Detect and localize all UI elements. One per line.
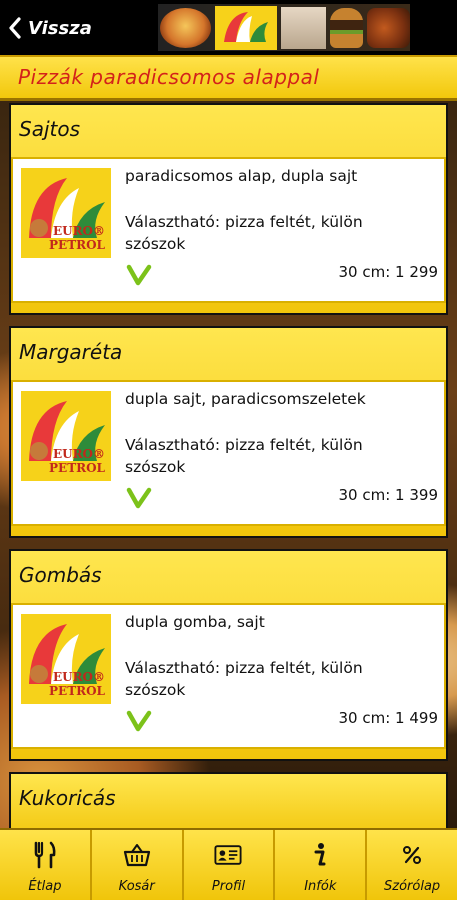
item-name: Gombás <box>19 563 102 587</box>
tab-info[interactable]: Infók <box>275 830 368 900</box>
page-title-bar: Pizzák paradicsomos alappal <box>0 55 457 101</box>
item-description: dupla sajt, paradicsomszeletek <box>125 390 366 408</box>
cutlery-icon <box>31 841 59 869</box>
item-description: dupla gomba, sajt <box>125 613 265 631</box>
item-price: 30 cm: 1 499 <box>338 709 438 727</box>
burger-image <box>329 7 364 48</box>
tab-flyer[interactable]: Szórólap <box>367 830 457 900</box>
pizza-image <box>160 7 211 48</box>
item-name: Kukoricás <box>19 786 116 810</box>
check-icon <box>126 264 152 286</box>
tab-label: Szórólap <box>384 879 441 894</box>
menu-item-card[interactable]: Gombás EURO® PETROL dupla gomba, sajt Vál… <box>9 549 448 761</box>
percent-icon <box>398 842 426 868</box>
info-icon <box>306 842 334 868</box>
item-price: 30 cm: 1 399 <box>338 486 438 504</box>
promo-banner[interactable] <box>158 4 410 51</box>
item-option: Választható: pizza feltét, külön szószok <box>125 436 363 476</box>
bottom-tab-bar: Étlap Kosár Profil Infók Szórólap <box>0 828 457 900</box>
tab-menu[interactable]: Étlap <box>0 830 92 900</box>
tab-basket[interactable]: Kosár <box>92 830 184 900</box>
item-name: Sajtos <box>19 117 81 141</box>
id-card-icon <box>214 842 243 868</box>
item-details: EURO® PETROL dupla sajt, paradicsomszelet… <box>11 380 446 526</box>
logo-line1: EURO® <box>52 670 105 684</box>
page-title: Pizzák paradicsomos alappal <box>18 65 320 89</box>
check-icon <box>126 710 152 732</box>
menu-item-card[interactable]: Margaréta EURO® PETROL dupla sajt, paradi… <box>9 326 448 538</box>
item-option: Választható: pizza feltét, külön szószok <box>125 213 363 253</box>
europetrol-logo: EURO® PETROL <box>21 391 111 481</box>
tab-label: Infók <box>304 879 337 894</box>
check-icon <box>126 487 152 509</box>
brand-logo <box>214 5 278 50</box>
back-button[interactable]: Vissza <box>8 10 92 46</box>
logo-line2: PETROL <box>49 461 105 475</box>
logo-line2: PETROL <box>49 684 105 698</box>
wings-image <box>367 7 410 48</box>
chevron-left-icon <box>9 17 21 39</box>
menu-photo <box>281 6 326 49</box>
europetrol-logo: EURO® PETROL <box>21 168 111 258</box>
item-details: EURO® PETROL paradicsomos alap, dupla saj… <box>11 157 446 303</box>
back-label: Vissza <box>28 17 92 39</box>
menu-item-card[interactable]: Sajtos EURO® PETROL paradicsomos alap, du… <box>9 103 448 315</box>
tab-label: Profil <box>211 879 246 894</box>
logo-line1: EURO® <box>52 224 105 238</box>
basket-icon <box>123 842 151 868</box>
tab-label: Kosár <box>118 879 155 894</box>
tab-profile[interactable]: Profil <box>184 830 276 900</box>
item-option: Választható: pizza feltét, külön szószok <box>125 659 363 699</box>
logo-line2: PETROL <box>49 238 105 252</box>
item-description: paradicsomos alap, dupla sajt <box>125 167 358 185</box>
europetrol-logo: EURO® PETROL <box>21 614 111 704</box>
item-price: 30 cm: 1 299 <box>338 263 438 281</box>
item-details: EURO® PETROL dupla gomba, sajt Választhat… <box>11 603 446 749</box>
top-bar: Vissza <box>0 0 457 55</box>
tab-label: Étlap <box>28 879 62 894</box>
logo-line1: EURO® <box>52 447 105 461</box>
item-name: Margaréta <box>19 340 123 364</box>
